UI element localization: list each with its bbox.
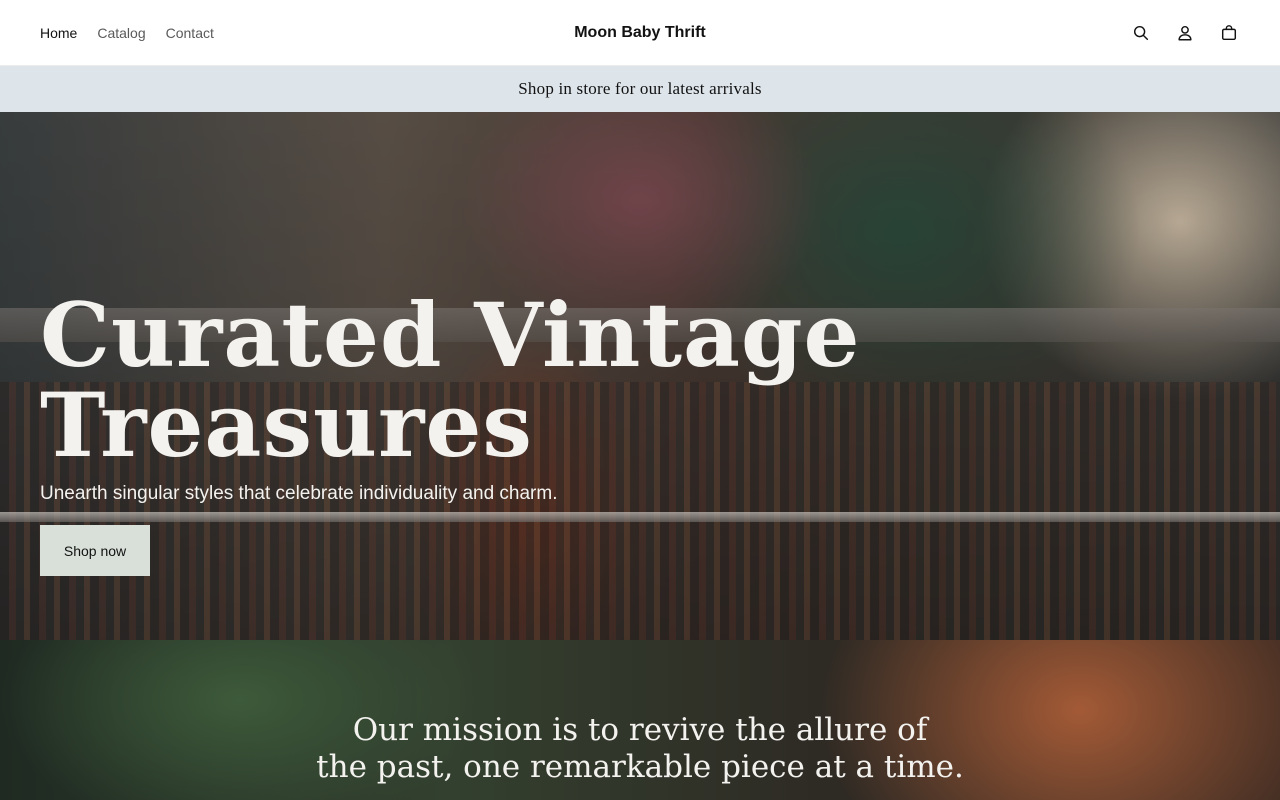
hero-title-line-2: Treasures — [40, 373, 533, 477]
main-nav: Home Catalog Contact — [40, 0, 214, 66]
mission-line-1: Our mission is to revive the allure of — [352, 712, 928, 748]
brand-logo-text[interactable]: Moon Baby Thrift — [574, 24, 706, 42]
hero-subtitle: Unearth singular styles that celebrate i… — [40, 483, 558, 504]
account-icon[interactable] — [1174, 22, 1196, 44]
search-icon[interactable] — [1130, 22, 1152, 44]
announcement-text: Shop in store for our latest arrivals — [518, 79, 762, 98]
nav-home[interactable]: Home — [40, 25, 77, 41]
site-header: Home Catalog Contact Moon Baby Thrift — [0, 0, 1280, 66]
shop-now-button[interactable]: Shop now — [40, 525, 150, 576]
hero-title: Curated Vintage Treasures — [40, 290, 940, 470]
announcement-bar: Shop in store for our latest arrivals — [0, 66, 1280, 112]
mission-section: Our mission is to revive the allure of t… — [0, 640, 1280, 800]
mission-statement: Our mission is to revive the allure of t… — [0, 712, 1280, 786]
mission-line-2: the past, one remarkable piece at a time… — [316, 749, 964, 785]
nav-catalog[interactable]: Catalog — [97, 25, 145, 41]
hero-banner: Curated Vintage Treasures Unearth singul… — [0, 112, 1280, 640]
hero-title-line-1: Curated Vintage — [40, 283, 861, 387]
hero-rack-rail — [0, 512, 1280, 522]
nav-contact[interactable]: Contact — [166, 25, 214, 41]
cart-icon[interactable] — [1218, 22, 1240, 44]
header-icons — [1130, 0, 1240, 66]
